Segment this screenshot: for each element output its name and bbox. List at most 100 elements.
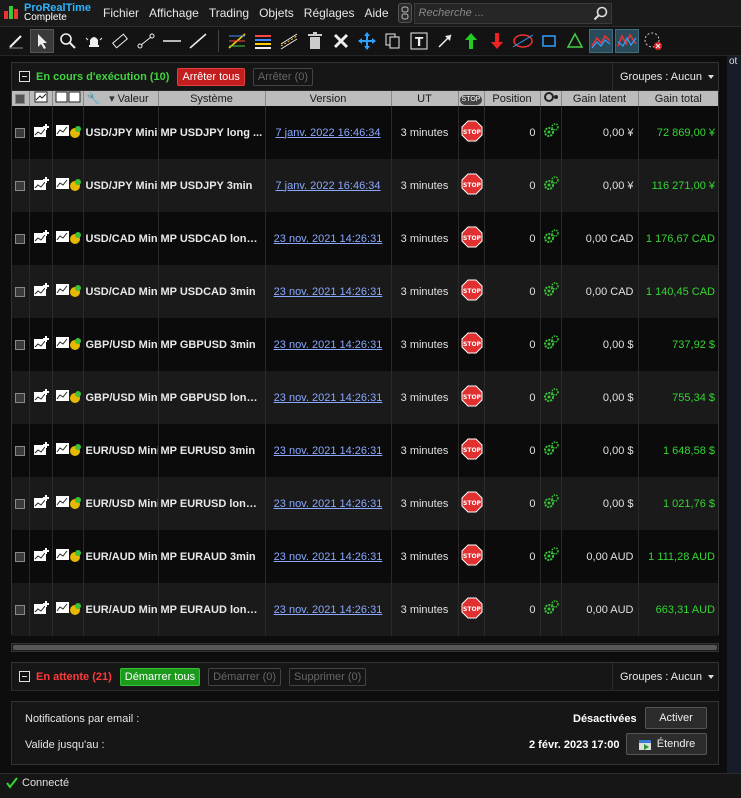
collapse-pending-icon[interactable]	[19, 671, 30, 682]
link-icon[interactable]	[397, 3, 412, 23]
stop-system-icon[interactable]: STOP	[458, 106, 485, 159]
table-row[interactable]: USD/JPY Mini MP USDJPY long ... 7 janv. 20…	[12, 106, 718, 159]
gear-icon[interactable]	[540, 106, 562, 159]
gear-icon[interactable]	[540, 159, 562, 212]
buy-arrow-icon[interactable]	[459, 29, 483, 53]
version-link[interactable]: 23 nov. 2021 14:26:31	[265, 583, 392, 636]
search-input[interactable]: Recherche ...	[413, 2, 612, 24]
system-details-icon[interactable]	[52, 265, 84, 318]
trading-system-chart-icon[interactable]	[615, 29, 639, 53]
table-row[interactable]: EUR/USD Mini MP EURUSD 3min 23 nov. 2021 1…	[12, 424, 718, 477]
row-checkbox[interactable]	[12, 477, 30, 530]
open-chart-icon[interactable]	[29, 424, 53, 477]
pencil-icon[interactable]	[4, 29, 28, 53]
gear-icon[interactable]	[540, 477, 562, 530]
select-all-checkbox[interactable]	[12, 91, 30, 106]
gear-icon[interactable]	[540, 530, 562, 583]
indicator-chart-icon[interactable]	[589, 29, 613, 53]
system-details-icon[interactable]	[52, 424, 84, 477]
version-link[interactable]: 7 janv. 2022 16:46:34	[265, 106, 392, 159]
gear-icon[interactable]	[540, 371, 562, 424]
open-chart-icon[interactable]	[29, 265, 53, 318]
column-ut[interactable]: UT	[391, 91, 459, 106]
fibonacci-icon[interactable]	[225, 29, 249, 53]
text-tool-icon[interactable]: T	[407, 29, 431, 53]
cursor-icon[interactable]	[30, 29, 54, 53]
menu-trading[interactable]: Trading	[204, 0, 254, 27]
triangle-icon[interactable]	[563, 29, 587, 53]
column-valeur[interactable]: 🔧 ▾ Valeur	[83, 91, 159, 106]
segment-icon[interactable]	[134, 29, 158, 53]
system-details-icon[interactable]	[52, 477, 84, 530]
gear-icon[interactable]	[540, 212, 562, 265]
extend-button[interactable]: Étendre	[626, 733, 707, 755]
gear-icon[interactable]	[540, 318, 562, 371]
menu-aide[interactable]: Aide	[359, 0, 393, 27]
gear-icon[interactable]	[540, 583, 562, 636]
fibonacci-levels-icon[interactable]	[251, 29, 275, 53]
row-checkbox[interactable]	[12, 530, 30, 583]
table-row[interactable]: EUR/AUD Mini MP EURAUD long ... 23 nov. 20…	[12, 583, 718, 636]
stop-system-icon[interactable]: STOP	[458, 583, 485, 636]
ellipse-icon[interactable]	[511, 29, 535, 53]
ruler-icon[interactable]	[108, 29, 132, 53]
arrow-tool-icon[interactable]	[433, 29, 457, 53]
menu-reglages[interactable]: Réglages	[299, 0, 360, 27]
start-all-button[interactable]: Démarrer tous	[119, 667, 201, 686]
search-icon[interactable]	[593, 6, 608, 21]
open-chart-icon[interactable]	[29, 371, 53, 424]
menu-fichier[interactable]: Fichier	[98, 0, 144, 27]
row-checkbox[interactable]	[12, 212, 30, 265]
row-checkbox[interactable]	[12, 265, 30, 318]
system-details-icon[interactable]	[52, 371, 84, 424]
row-checkbox[interactable]	[12, 318, 30, 371]
trash-icon[interactable]	[303, 29, 327, 53]
stop-system-icon[interactable]: STOP	[458, 477, 485, 530]
version-link[interactable]: 23 nov. 2021 14:26:31	[265, 530, 392, 583]
start-selected-button[interactable]: Démarrer (0)	[208, 667, 282, 686]
column-stop[interactable]: STOP	[458, 91, 485, 106]
open-chart-icon[interactable]	[29, 212, 53, 265]
column-systeme[interactable]: Système	[158, 91, 266, 106]
horizontal-scrollbar[interactable]	[11, 643, 719, 652]
version-link[interactable]: 23 nov. 2021 14:26:31	[265, 424, 392, 477]
menu-objets[interactable]: Objets	[254, 0, 299, 27]
version-link[interactable]: 23 nov. 2021 14:26:31	[265, 371, 392, 424]
row-checkbox[interactable]	[12, 159, 30, 212]
version-link[interactable]: 23 nov. 2021 14:26:31	[265, 318, 392, 371]
table-row[interactable]: GBP/USD Mini MP GBPUSD long ... 23 nov. 20…	[12, 371, 718, 424]
gear-icon[interactable]	[540, 424, 562, 477]
open-chart-icon[interactable]	[29, 318, 53, 371]
stop-selected-button[interactable]: Arrêter (0)	[252, 67, 314, 86]
running-groups-dropdown[interactable]: Groupes : Aucun	[612, 63, 718, 90]
row-checkbox[interactable]	[12, 583, 30, 636]
open-chart-icon[interactable]	[29, 583, 53, 636]
horizontal-line-icon[interactable]	[160, 29, 184, 53]
open-chart-icon[interactable]	[29, 106, 53, 159]
stop-all-button[interactable]: Arrêter tous	[177, 67, 245, 86]
open-chart-icon[interactable]	[29, 530, 53, 583]
system-details-icon[interactable]	[52, 106, 84, 159]
column-version[interactable]: Version	[265, 91, 392, 106]
scrollbar-thumb[interactable]	[13, 645, 717, 650]
copy-icon[interactable]	[381, 29, 405, 53]
table-row[interactable]: USD/JPY Mini MP USDJPY 3min 7 janv. 2022 1…	[12, 159, 718, 212]
collapse-running-icon[interactable]	[19, 71, 30, 82]
system-details-icon[interactable]	[52, 583, 84, 636]
gear-icon[interactable]	[540, 265, 562, 318]
tools-icon[interactable]	[329, 29, 353, 53]
alarm-bell-icon[interactable]	[82, 29, 106, 53]
stop-system-icon[interactable]: STOP	[458, 265, 485, 318]
table-row[interactable]: USD/CAD Mini MP USDCAD 3min 23 nov. 2021 1…	[12, 265, 718, 318]
channel-icon[interactable]	[277, 29, 301, 53]
system-details-icon[interactable]	[52, 318, 84, 371]
pending-groups-dropdown[interactable]: Groupes : Aucun	[612, 663, 718, 690]
row-checkbox[interactable]	[12, 371, 30, 424]
activate-button[interactable]: Activer	[645, 707, 707, 729]
table-row[interactable]: GBP/USD Mini MP GBPUSD 3min 23 nov. 2021 1…	[12, 318, 718, 371]
rectangle-icon[interactable]	[537, 29, 561, 53]
row-checkbox[interactable]	[12, 106, 30, 159]
version-link[interactable]: 23 nov. 2021 14:26:31	[265, 477, 392, 530]
stop-system-icon[interactable]: STOP	[458, 530, 485, 583]
version-link[interactable]: 23 nov. 2021 14:26:31	[265, 212, 392, 265]
